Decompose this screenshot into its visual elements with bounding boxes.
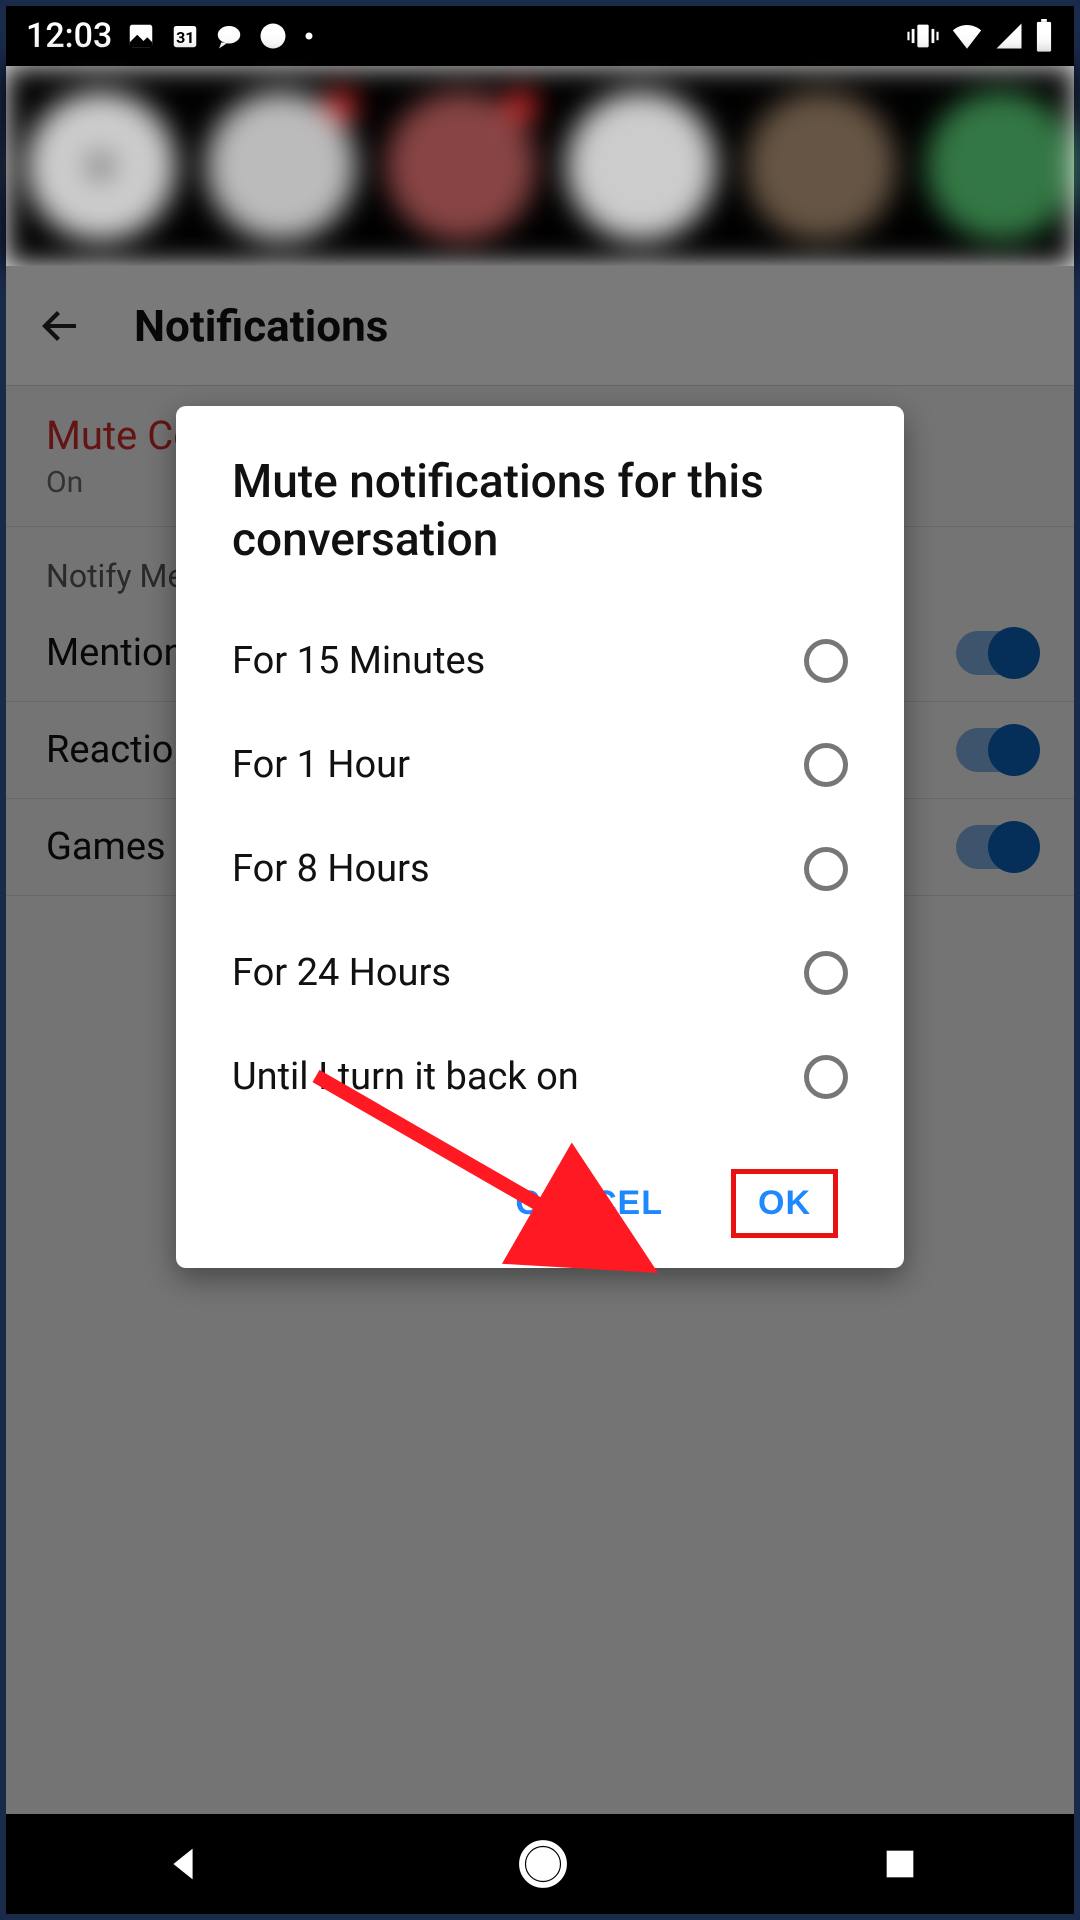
option-1-hour[interactable]: For 1 Hour	[232, 713, 848, 817]
calendar-day: 31	[170, 28, 200, 47]
ok-button[interactable]: OK	[758, 1184, 811, 1223]
device-frame: 12:03 31	[0, 0, 1080, 1920]
status-left: 12:03 31	[26, 16, 316, 56]
option-until-back-on[interactable]: Until I turn it back on	[232, 1025, 848, 1129]
option-15-minutes[interactable]: For 15 Minutes	[232, 609, 848, 713]
navigation-bar	[6, 1814, 1074, 1914]
option-label: For 15 Minutes	[232, 639, 485, 683]
status-right	[906, 19, 1054, 53]
status-time: 12:03	[26, 16, 112, 56]
option-24-hours[interactable]: For 24 Hours	[232, 921, 848, 1025]
option-label: For 8 Hours	[232, 847, 430, 891]
nav-recent-icon[interactable]	[880, 1844, 920, 1884]
image-icon	[126, 21, 156, 51]
option-label: For 24 Hours	[232, 951, 451, 995]
vibrate-icon	[906, 19, 940, 53]
annotation-highlight: OK	[731, 1169, 838, 1238]
stories-row	[6, 66, 1074, 266]
status-bar: 12:03 31	[6, 6, 1074, 66]
small-dot-icon	[302, 29, 316, 43]
radio-icon[interactable]	[804, 639, 848, 683]
cell-signal-icon	[994, 21, 1024, 51]
dialog-actions: CANCEL OK	[232, 1169, 848, 1238]
mute-dialog: Mute notifications for this conversation…	[176, 406, 904, 1268]
screen: 12:03 31	[6, 6, 1074, 1914]
option-label: For 1 Hour	[232, 743, 410, 787]
option-8-hours[interactable]: For 8 Hours	[232, 817, 848, 921]
radio-icon[interactable]	[804, 1055, 848, 1099]
nav-back-icon[interactable]	[160, 1841, 206, 1887]
wifi-icon	[950, 19, 984, 53]
calendar-icon: 31	[170, 21, 200, 51]
battery-icon	[1034, 19, 1054, 53]
cancel-button[interactable]: CANCEL	[497, 1170, 681, 1237]
radio-icon[interactable]	[804, 743, 848, 787]
radio-icon[interactable]	[804, 847, 848, 891]
chat-icon	[214, 21, 244, 51]
option-label: Until I turn it back on	[232, 1055, 579, 1099]
dot-icon	[258, 21, 288, 51]
dialog-title: Mute notifications for this conversation	[232, 454, 848, 569]
radio-icon[interactable]	[804, 951, 848, 995]
nav-home-icon[interactable]	[515, 1836, 571, 1892]
